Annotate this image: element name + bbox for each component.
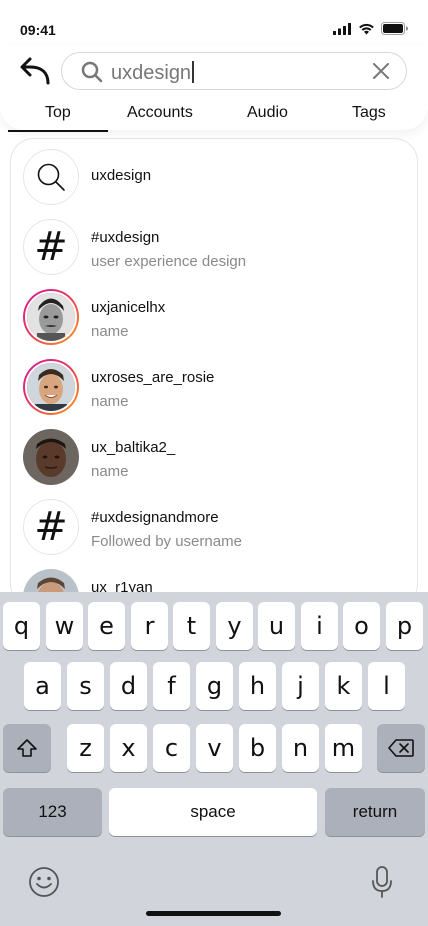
avatar-story-ring xyxy=(23,359,79,415)
shift-icon xyxy=(17,739,37,757)
search-header: uxdesign Top Accounts Audio Tags xyxy=(0,46,428,132)
key-q[interactable]: q xyxy=(3,602,40,650)
backspace-icon xyxy=(388,739,414,757)
tab-top[interactable]: Top xyxy=(8,104,108,132)
key-d[interactable]: d xyxy=(110,662,147,710)
avatar xyxy=(25,291,77,343)
result-search-suggestion[interactable]: uxdesign xyxy=(11,139,417,209)
key-l[interactable]: l xyxy=(368,662,405,710)
result-account[interactable]: ux_baltika2_ name xyxy=(11,419,417,489)
hashtag-avatar: # xyxy=(23,499,79,555)
search-tabs: Top Accounts Audio Tags xyxy=(8,104,420,132)
signal-icon xyxy=(333,22,351,35)
delete-key[interactable] xyxy=(377,724,425,772)
result-title: uxroses_are_rosie xyxy=(91,369,215,386)
key-x[interactable]: x xyxy=(110,724,147,772)
return-key[interactable]: return xyxy=(325,788,425,836)
result-title: uxjanicelhx xyxy=(91,299,166,316)
key-i[interactable]: i xyxy=(301,602,338,650)
key-t[interactable]: t xyxy=(173,602,210,650)
result-subtitle: name xyxy=(91,393,129,410)
key-g[interactable]: g xyxy=(196,662,233,710)
key-p[interactable]: p xyxy=(386,602,423,650)
avatar xyxy=(25,361,77,413)
key-z[interactable]: z xyxy=(67,724,104,772)
key-s[interactable]: s xyxy=(67,662,104,710)
avatar-photo xyxy=(23,429,79,485)
status-bar: 09:41 xyxy=(0,0,428,46)
home-indicator[interactable] xyxy=(146,911,281,916)
key-o[interactable]: o xyxy=(343,602,380,650)
key-c[interactable]: c xyxy=(153,724,190,772)
key-k[interactable]: k xyxy=(325,662,362,710)
result-account[interactable]: uxjanicelhx name xyxy=(11,279,417,349)
hashtag-icon: # xyxy=(34,224,68,270)
key-a[interactable]: a xyxy=(24,662,61,710)
key-e[interactable]: e xyxy=(88,602,125,650)
shift-key[interactable] xyxy=(3,724,51,772)
key-b[interactable]: b xyxy=(239,724,276,772)
microphone-icon[interactable] xyxy=(371,866,393,898)
avatar xyxy=(23,429,79,485)
tab-accounts[interactable]: Accounts xyxy=(127,104,193,130)
numbers-key[interactable]: 123 xyxy=(3,788,102,836)
result-subtitle: name xyxy=(91,463,129,480)
key-v[interactable]: v xyxy=(196,724,233,772)
result-title: uxdesign xyxy=(91,167,152,184)
result-subtitle: name xyxy=(91,323,129,340)
result-subtitle: Followed by username xyxy=(91,533,242,550)
battery-icon xyxy=(381,22,408,35)
key-r[interactable]: r xyxy=(131,602,168,650)
key-h[interactable]: h xyxy=(239,662,276,710)
key-m[interactable]: m xyxy=(325,724,362,772)
key-y[interactable]: y xyxy=(216,602,253,650)
result-subtitle: user experience design xyxy=(91,253,247,270)
search-results: uxdesign # #uxdesign user experience des… xyxy=(10,138,418,608)
key-n[interactable]: n xyxy=(282,724,319,772)
search-input[interactable]: uxdesign xyxy=(61,52,407,90)
close-icon[interactable] xyxy=(372,62,390,80)
back-arrow-icon[interactable] xyxy=(18,56,54,86)
search-icon xyxy=(37,163,65,191)
hashtag-avatar: # xyxy=(23,219,79,275)
result-hashtag[interactable]: # #uxdesign user experience design xyxy=(11,209,417,279)
search-query: uxdesign xyxy=(111,61,194,85)
tab-tags[interactable]: Tags xyxy=(352,104,386,130)
key-f[interactable]: f xyxy=(153,662,190,710)
result-account[interactable]: uxroses_are_rosie name xyxy=(11,349,417,419)
search-icon xyxy=(81,61,103,83)
key-j[interactable]: j xyxy=(282,662,319,710)
result-title: #uxdesign xyxy=(91,229,160,246)
avatar-photo xyxy=(27,293,75,341)
wifi-icon xyxy=(359,23,374,34)
result-title: #uxdesignandmore xyxy=(91,509,219,526)
hashtag-icon: # xyxy=(34,504,68,550)
status-time: 09:41 xyxy=(20,22,56,38)
tab-audio[interactable]: Audio xyxy=(247,104,288,130)
key-w[interactable]: w xyxy=(46,602,83,650)
space-key[interactable]: space xyxy=(109,788,317,836)
keyboard: q w e r t y u i o p a s d f g h j k l z … xyxy=(0,592,428,926)
avatar-story-ring xyxy=(23,289,79,345)
result-hashtag[interactable]: # #uxdesignandmore Followed by username xyxy=(11,489,417,559)
status-icons xyxy=(333,22,408,35)
avatar-photo xyxy=(27,363,75,411)
search-suggestion-avatar xyxy=(23,149,79,205)
emoji-icon[interactable] xyxy=(28,866,60,898)
result-title: ux_baltika2_ xyxy=(91,439,176,456)
key-u[interactable]: u xyxy=(258,602,295,650)
